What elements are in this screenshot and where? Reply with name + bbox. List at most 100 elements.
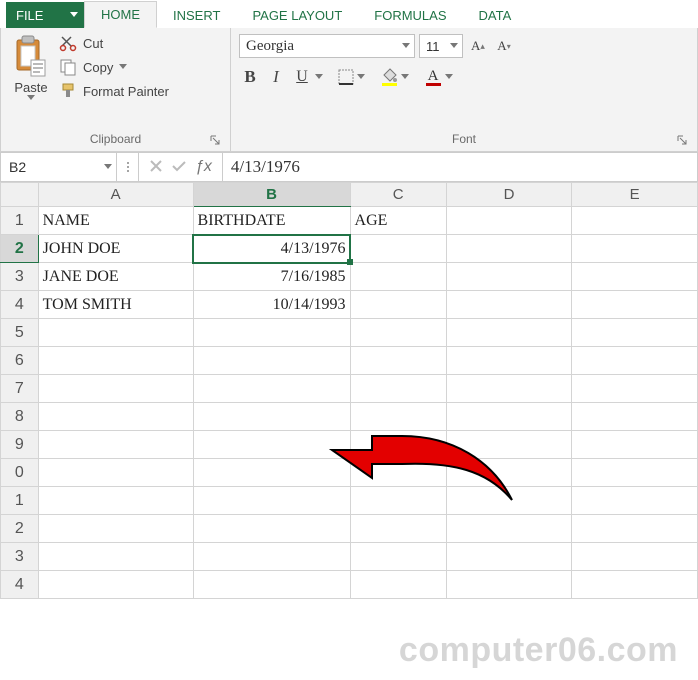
cell[interactable] xyxy=(38,543,193,571)
cell[interactable] xyxy=(446,263,572,291)
cell[interactable] xyxy=(350,403,446,431)
tab-insert[interactable]: INSERT xyxy=(157,3,236,28)
tab-home[interactable]: HOME xyxy=(84,1,157,28)
row-header[interactable]: 0 xyxy=(1,459,39,487)
cell[interactable] xyxy=(193,403,350,431)
cell[interactable] xyxy=(350,459,446,487)
cell[interactable] xyxy=(572,207,698,235)
row-header[interactable]: 3 xyxy=(1,543,39,571)
name-box-handle[interactable] xyxy=(117,153,139,181)
underline-button[interactable]: U xyxy=(291,66,323,88)
cell[interactable] xyxy=(38,571,193,599)
cell[interactable] xyxy=(446,207,572,235)
cell-selected[interactable]: 4/13/1976 xyxy=(193,235,350,263)
cell[interactable] xyxy=(350,431,446,459)
cell[interactable] xyxy=(38,375,193,403)
name-box[interactable]: B2 xyxy=(1,153,117,181)
font-name-combo[interactable]: Georgia xyxy=(239,34,415,58)
clipboard-dialog-launcher[interactable] xyxy=(207,132,222,147)
format-painter-button[interactable]: Format Painter xyxy=(59,82,169,100)
cell[interactable] xyxy=(193,319,350,347)
cell[interactable] xyxy=(350,291,446,319)
cancel-formula-button[interactable] xyxy=(149,157,163,178)
cell[interactable] xyxy=(572,291,698,319)
copy-button[interactable]: Copy xyxy=(59,58,169,76)
cell[interactable] xyxy=(350,263,446,291)
cell[interactable] xyxy=(446,291,572,319)
font-dialog-launcher[interactable] xyxy=(674,132,689,147)
cell[interactable]: NAME xyxy=(38,207,193,235)
cell[interactable] xyxy=(350,319,446,347)
cell[interactable]: JOHN DOE xyxy=(38,235,193,263)
col-header-A[interactable]: A xyxy=(38,183,193,207)
font-color-button[interactable]: A xyxy=(423,67,453,87)
cell[interactable] xyxy=(193,543,350,571)
cell[interactable] xyxy=(38,347,193,375)
cell[interactable] xyxy=(446,347,572,375)
cell[interactable] xyxy=(572,571,698,599)
row-header[interactable]: 4 xyxy=(1,571,39,599)
row-header[interactable]: 3 xyxy=(1,263,39,291)
cell[interactable] xyxy=(572,375,698,403)
cell[interactable] xyxy=(446,375,572,403)
cell[interactable] xyxy=(350,543,446,571)
tab-page-layout[interactable]: PAGE LAYOUT xyxy=(236,3,358,28)
row-header[interactable]: 1 xyxy=(1,487,39,515)
shrink-font-button[interactable]: A▾ xyxy=(493,35,515,57)
borders-button[interactable] xyxy=(337,68,365,86)
cell[interactable] xyxy=(446,403,572,431)
cell[interactable] xyxy=(572,431,698,459)
cell[interactable] xyxy=(350,375,446,403)
cell[interactable] xyxy=(446,235,572,263)
enter-formula-button[interactable] xyxy=(171,159,187,176)
paste-button[interactable]: Paste xyxy=(9,32,53,103)
cell[interactable] xyxy=(38,487,193,515)
cell[interactable] xyxy=(38,459,193,487)
cell[interactable] xyxy=(572,403,698,431)
cell[interactable] xyxy=(572,347,698,375)
cell[interactable] xyxy=(38,403,193,431)
cell[interactable]: JANE DOE xyxy=(38,263,193,291)
row-header[interactable]: 8 xyxy=(1,403,39,431)
cell[interactable] xyxy=(446,319,572,347)
cell[interactable]: TOM SMITH xyxy=(38,291,193,319)
insert-function-button[interactable]: ƒx xyxy=(195,158,212,176)
cell[interactable] xyxy=(193,487,350,515)
tab-formulas[interactable]: FORMULAS xyxy=(358,3,462,28)
cell[interactable] xyxy=(446,515,572,543)
row-header[interactable]: 7 xyxy=(1,375,39,403)
cell[interactable] xyxy=(572,319,698,347)
cell[interactable]: BIRTHDATE xyxy=(193,207,350,235)
row-header[interactable]: 6 xyxy=(1,347,39,375)
cell[interactable] xyxy=(193,431,350,459)
formula-input[interactable]: 4/13/1976 xyxy=(223,153,697,181)
cell[interactable] xyxy=(446,487,572,515)
cell[interactable]: 7/16/1985 xyxy=(193,263,350,291)
cell[interactable] xyxy=(38,319,193,347)
cell[interactable] xyxy=(572,235,698,263)
cell[interactable] xyxy=(193,571,350,599)
fill-handle[interactable] xyxy=(347,259,353,265)
cell[interactable] xyxy=(572,487,698,515)
col-header-E[interactable]: E xyxy=(572,183,698,207)
cell[interactable]: AGE xyxy=(350,207,446,235)
cut-button[interactable]: Cut xyxy=(59,34,169,52)
cell[interactable] xyxy=(446,431,572,459)
cell[interactable] xyxy=(350,487,446,515)
tab-data[interactable]: DATA xyxy=(463,3,528,28)
col-header-B[interactable]: B xyxy=(193,183,350,207)
cell[interactable] xyxy=(446,543,572,571)
row-header[interactable]: 2 xyxy=(1,235,39,263)
col-header-C[interactable]: C xyxy=(350,183,446,207)
cell[interactable] xyxy=(38,515,193,543)
cell[interactable] xyxy=(572,459,698,487)
cell[interactable] xyxy=(193,347,350,375)
select-all-corner[interactable] xyxy=(1,183,39,207)
cell[interactable]: 10/14/1993 xyxy=(193,291,350,319)
cell[interactable] xyxy=(350,515,446,543)
cell[interactable] xyxy=(193,375,350,403)
cell[interactable] xyxy=(38,431,193,459)
cell[interactable] xyxy=(350,235,446,263)
font-size-combo[interactable]: 11 xyxy=(419,34,463,58)
grow-font-button[interactable]: A▴ xyxy=(467,35,489,57)
